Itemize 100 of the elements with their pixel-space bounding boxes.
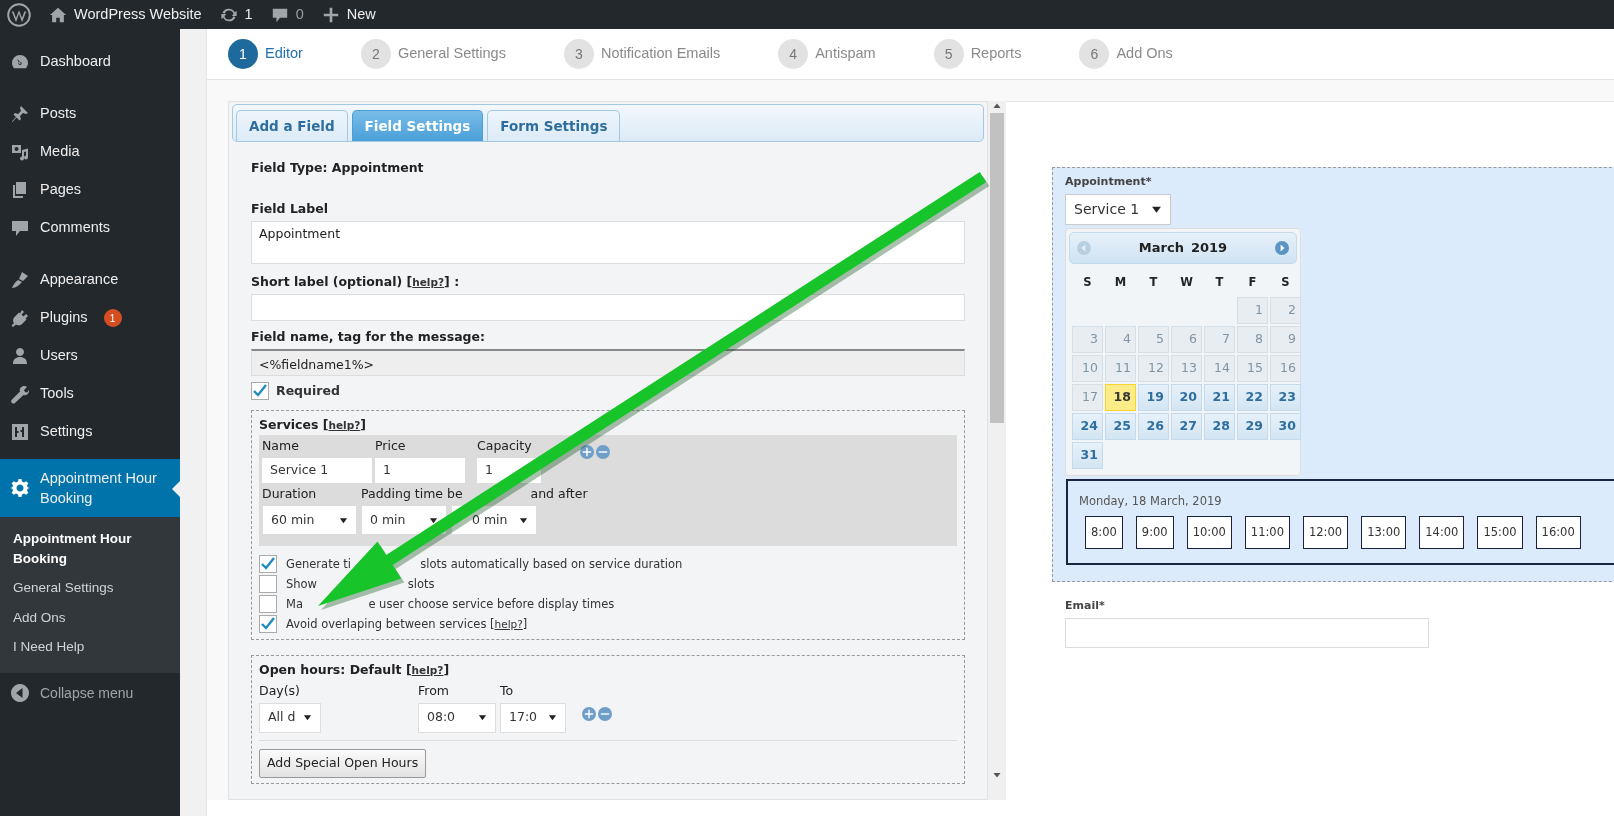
calendar-day[interactable]: 21 xyxy=(1204,383,1235,411)
calendar-day[interactable]: 25 xyxy=(1105,412,1136,440)
sidebar-item[interactable]: Media xyxy=(0,133,180,171)
from-select[interactable]: 08:0 xyxy=(418,702,496,733)
field-name-input[interactable]: <%fieldname1%> xyxy=(251,349,965,376)
sidebar-item[interactable]: Posts xyxy=(0,95,180,133)
help-link[interactable]: help? xyxy=(412,275,445,288)
calendar-day[interactable]: 31 xyxy=(1072,441,1103,469)
days-select[interactable]: All d xyxy=(259,702,321,733)
toolbar-link[interactable]: New xyxy=(346,3,376,26)
calendar-day[interactable]: 27 xyxy=(1171,412,1202,440)
time-slot-button[interactable]: 12:00 xyxy=(1302,516,1349,549)
calendar-day: 3 xyxy=(1072,325,1103,353)
help-link[interactable]: help? xyxy=(411,664,444,677)
submenu-link[interactable]: Appointment Hour Booking xyxy=(0,525,180,575)
checkbox[interactable] xyxy=(259,575,277,594)
field-type-label: Field Type: Appointment xyxy=(251,159,425,177)
sidebar-item[interactable]: Plugins 1 xyxy=(0,299,180,337)
time-slot-button[interactable]: 15:00 xyxy=(1477,516,1523,549)
checkbox[interactable] xyxy=(259,555,277,574)
sidebar-item[interactable]: Appearance xyxy=(0,261,180,299)
calendar-day: 7 xyxy=(1204,325,1235,353)
wizard-step[interactable]: 2 General Settings xyxy=(360,39,506,69)
collapse-menu-link[interactable]: Collapse menu xyxy=(40,682,134,704)
calendar-day[interactable]: 22 xyxy=(1237,383,1268,411)
service-select[interactable]: Service 1 xyxy=(1065,193,1172,225)
short-label-input[interactable] xyxy=(251,294,965,322)
toolbar-link[interactable]: WordPress Website xyxy=(74,3,202,26)
time-slot-button[interactable]: 10:00 xyxy=(1186,516,1232,549)
field-label: Appointment* xyxy=(1065,174,1153,190)
weekday-label: S xyxy=(1280,273,1291,291)
add-hours-button[interactable]: Add Special Open Hours xyxy=(259,748,427,778)
scroll-thumb[interactable] xyxy=(990,113,1004,423)
previous-month-icon xyxy=(1077,240,1091,255)
step-number: 5 xyxy=(933,39,964,69)
dropdown-caret-icon xyxy=(478,713,487,723)
calendar-day[interactable]: 28 xyxy=(1204,412,1235,440)
checkbox-label: slots automatically based on service duration xyxy=(420,555,683,573)
sidebar-item[interactable]: Pages xyxy=(0,171,180,209)
collapse-icon xyxy=(10,683,30,704)
price-input[interactable]: 1 xyxy=(375,457,465,483)
calendar-day[interactable]: 20 xyxy=(1171,383,1202,411)
checkbox[interactable] xyxy=(259,595,277,614)
wizard-step[interactable]: 5 Reports xyxy=(933,39,1022,69)
label-input[interactable]: Appointment xyxy=(251,220,965,264)
email-input[interactable] xyxy=(1065,617,1429,648)
submenu-link[interactable]: I Need Help xyxy=(0,633,180,663)
help-link[interactable]: help? xyxy=(328,419,361,431)
to-select[interactable]: 17:0 xyxy=(500,702,566,733)
column-label: To xyxy=(500,682,515,700)
dropdown-caret-icon xyxy=(519,515,528,525)
submenu-link[interactable]: General Settings xyxy=(0,574,180,604)
help-link[interactable]: help? xyxy=(494,617,523,630)
toolbar-link[interactable]: 0 xyxy=(295,3,304,26)
calendar-day[interactable]: 18 xyxy=(1105,383,1136,411)
time-slot-button[interactable]: 16:00 xyxy=(1535,516,1581,549)
wizard-step[interactable]: 1 Editor xyxy=(228,39,303,69)
sidebar-item[interactable]: Appointment Hour Booking xyxy=(0,459,180,517)
scrollbar[interactable] xyxy=(988,101,1006,800)
wizard-step[interactable]: 3 Notification Emails xyxy=(563,39,721,69)
sidebar-item[interactable]: Tools xyxy=(0,375,180,413)
wizard-step[interactable]: 4 Antispam xyxy=(778,39,876,69)
calendar-day[interactable]: 29 xyxy=(1237,412,1268,440)
wizard-step[interactable]: 6 Add Ons xyxy=(1079,39,1173,69)
calendar-day[interactable]: 23 xyxy=(1270,383,1301,411)
remove-icon xyxy=(598,707,612,722)
calendar-day[interactable]: 26 xyxy=(1138,412,1169,440)
checkbox[interactable] xyxy=(251,382,269,400)
calendar-day: 9 xyxy=(1270,325,1301,353)
step-number: 1 xyxy=(228,39,258,69)
sidebar-item[interactable]: Comments xyxy=(0,209,180,247)
step-number: 2 xyxy=(360,39,391,69)
time-slot-button[interactable]: 9:00 xyxy=(1135,516,1174,549)
sidebar-item[interactable]: Dashboard xyxy=(0,43,180,81)
tab[interactable]: Form Settings xyxy=(487,109,621,141)
time-slot-button[interactable]: 14:00 xyxy=(1419,516,1465,549)
checkbox[interactable] xyxy=(259,615,277,634)
count-badge: 1 xyxy=(103,309,122,327)
padding-select[interactable]: 0 min xyxy=(361,505,447,536)
pin-icon xyxy=(10,104,30,124)
calendar-day[interactable]: 30 xyxy=(1270,412,1301,440)
name-input[interactable]: Service 1 xyxy=(262,457,372,483)
time-slot-button[interactable]: 13:00 xyxy=(1361,516,1407,549)
time-slot-button[interactable]: 8:00 xyxy=(1085,516,1123,549)
field-label: Field Label xyxy=(251,199,329,218)
add-icon xyxy=(580,444,594,459)
calendar-day: 4 xyxy=(1105,325,1136,353)
sidebar-item[interactable]: Settings xyxy=(0,413,180,451)
tab[interactable]: Add a Field xyxy=(236,109,348,141)
time-slot-button[interactable]: 11:00 xyxy=(1244,516,1290,549)
dropdown-caret-icon xyxy=(548,713,557,723)
sidebar-item[interactable]: Users xyxy=(0,337,180,375)
checkbox-label: Show xyxy=(286,575,318,593)
calendar-day[interactable]: 19 xyxy=(1138,383,1169,411)
checkbox-label: slots xyxy=(407,575,435,593)
toolbar-link[interactable]: 1 xyxy=(244,3,253,26)
duration-select[interactable]: 60 min xyxy=(262,505,357,536)
submenu-link[interactable]: Add Ons xyxy=(0,603,180,634)
calendar-day[interactable]: 24 xyxy=(1072,412,1103,440)
dropdown-caret-icon xyxy=(303,713,312,723)
